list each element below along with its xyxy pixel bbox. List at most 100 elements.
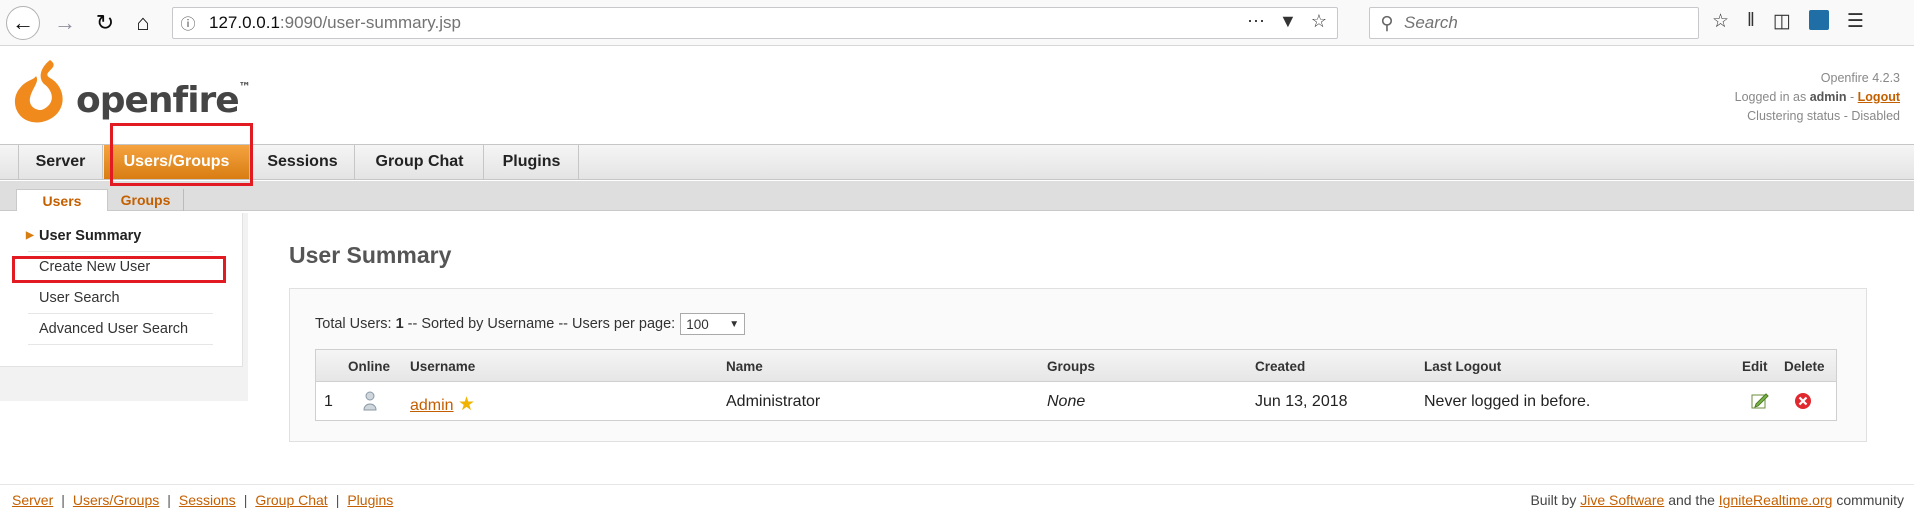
back-arrow-icon[interactable]: ← <box>6 6 40 40</box>
url-bar[interactable]: ⓘ 127.0.0.1:9090/user-summary.jsp ⋯ ▼ ☆ <box>172 7 1338 39</box>
footer-link-group-chat[interactable]: Group Chat <box>255 492 327 508</box>
footer-credit: Built by Jive Software and the IgniteRea… <box>1530 492 1904 508</box>
summary-line: Total Users: 1 -- Sorted by Username -- … <box>315 313 746 335</box>
tab-group-chat[interactable]: Group Chat <box>356 145 484 179</box>
bookmarks-icon[interactable]: ☆ <box>1712 10 1729 33</box>
logged-in-prefix: Logged in as <box>1734 90 1807 104</box>
library-icon[interactable]: ‖ <box>1747 10 1755 33</box>
user-summary-panel: Total Users: 1 -- Sorted by Username -- … <box>289 288 1867 442</box>
info-icon[interactable]: ⓘ <box>173 13 203 34</box>
tab-sessions[interactable]: Sessions <box>251 145 355 179</box>
extension-icon[interactable] <box>1808 10 1829 30</box>
current-user: admin <box>1809 90 1847 104</box>
logo-trademark: ™ <box>238 80 251 94</box>
row-index: 1 <box>324 393 333 410</box>
sidebar-item-user-summary[interactable]: ▶ User Summary <box>26 221 213 252</box>
col-groups: Groups <box>1047 359 1096 374</box>
highlight-box-create-new-user <box>12 256 226 283</box>
offline-user-icon <box>363 391 377 416</box>
reload-icon[interactable]: ↻ <box>88 6 122 40</box>
pocket-icon[interactable]: ▼ <box>1279 11 1297 32</box>
url-path: :9090/user-summary.jsp <box>279 13 461 32</box>
footer-link-plugins[interactable]: Plugins <box>347 492 393 508</box>
col-last-logout: Last Logout <box>1424 359 1502 374</box>
delete-icon[interactable] <box>1794 392 1812 415</box>
search-icon: ⚲ <box>1380 12 1394 33</box>
sidebar-item-label: User Summary <box>39 228 142 244</box>
footer-separator: | <box>335 492 340 508</box>
per-page-value: 100 <box>686 316 709 332</box>
edit-icon[interactable] <box>1751 392 1769 415</box>
community-text: community <box>1836 492 1904 508</box>
footer-separator: | <box>61 492 65 508</box>
footer-separator: | <box>243 492 248 508</box>
subtab-groups[interactable]: Groups <box>108 189 184 211</box>
footer: Server | Users/Groups | Sessions | Group Chat |… <box>0 484 1914 511</box>
arrow-right-icon: ▶ <box>26 230 34 241</box>
sidebar-item-user-search[interactable]: User Search <box>28 283 213 314</box>
subtab-users[interactable]: Users <box>16 189 108 211</box>
col-online: Online <box>348 359 391 374</box>
bookmark-star-icon[interactable]: ☆ <box>1311 11 1327 32</box>
sidebar-item-label: Advanced User Search <box>39 321 189 337</box>
col-name: Name <box>726 359 763 374</box>
sort-info: -- Sorted by Username -- Users per page: <box>407 316 676 332</box>
built-by-text: Built by <box>1530 492 1577 508</box>
and-the-text: and the <box>1668 492 1715 508</box>
toolbar-icons: ☆ ‖ ◫ ☰ <box>1712 10 1864 33</box>
sidebar-item-advanced-user-search[interactable]: Advanced User Search <box>28 314 213 345</box>
login-separator: - <box>1850 90 1855 104</box>
col-created: Created <box>1255 359 1306 374</box>
groups-value: None <box>1047 393 1086 410</box>
version-label: Openfire 4.2.3 <box>1820 71 1900 85</box>
footer-link-sessions[interactable]: Sessions <box>179 492 236 508</box>
groups-cell: None <box>1047 393 1085 411</box>
logo-wordmark: openfire <box>76 80 240 121</box>
highlight-box-users-groups <box>110 123 253 186</box>
more-actions-icon[interactable]: ⋯ <box>1247 11 1265 32</box>
dropdown-caret-icon: ▼ <box>729 318 740 330</box>
flame-logo-icon <box>14 60 63 123</box>
footer-links: Server | Users/Groups | Sessions | Group Chat |… <box>12 492 393 508</box>
footer-link-users-groups[interactable]: Users/Groups <box>73 492 159 508</box>
header-info: Openfire 4.2.3 Logged in as admin - Logo… <box>1735 69 1900 126</box>
page-title: User Summary <box>289 242 452 268</box>
home-icon[interactable]: ⌂ <box>126 6 160 40</box>
search-input[interactable]: ⚲ Search <box>1369 7 1699 39</box>
users-per-page-select[interactable]: 100 ▼ <box>680 313 746 335</box>
search-placeholder: Search <box>1404 13 1458 32</box>
created-cell: Jun 13, 2018 <box>1255 393 1348 410</box>
col-delete: Delete <box>1784 359 1825 374</box>
footer-link-server[interactable]: Server <box>12 492 53 508</box>
table-header: Online Username Name Groups Created Last… <box>316 350 1836 382</box>
name-cell: Administrator <box>726 393 821 410</box>
username-cell: admin ★ <box>410 393 475 416</box>
clustering-status: Clustering status - Disabled <box>1747 109 1900 123</box>
col-edit: Edit <box>1742 359 1768 374</box>
tab-plugins[interactable]: Plugins <box>485 145 579 179</box>
sidebar-toggle-icon[interactable]: ◫ <box>1773 10 1791 33</box>
menu-icon[interactable]: ☰ <box>1847 10 1864 33</box>
logout-link[interactable]: Logout <box>1858 90 1900 104</box>
col-username: Username <box>410 359 476 374</box>
username-link[interactable]: admin <box>410 397 454 414</box>
main-nav-tabs: Server Users/Groups Sessions Group Chat … <box>0 144 1914 180</box>
sub-nav-tabs: Users Groups <box>0 181 1914 211</box>
total-users-label: Total Users: <box>315 316 392 332</box>
last-logout-cell: Never logged in before. <box>1424 393 1591 410</box>
ignite-realtime-link[interactable]: IgniteRealtime.org <box>1719 492 1833 508</box>
sidebar-item-label: User Search <box>39 290 120 306</box>
jive-software-link[interactable]: Jive Software <box>1580 492 1664 508</box>
sidebar: ▶ User Summary Create New User User Sear… <box>0 213 248 401</box>
browser-toolbar: ← → ↻ ⌂ ⓘ 127.0.0.1:9090/user-summary.js… <box>0 0 1914 46</box>
tab-server[interactable]: Server <box>18 145 103 179</box>
logo-text: openfire™ <box>76 80 251 121</box>
sidebar-menu: ▶ User Summary Create New User User Sear… <box>0 213 243 367</box>
user-table: Online Username Name Groups Created Last… <box>315 349 1837 421</box>
openfire-logo[interactable]: openfire™ <box>10 58 251 128</box>
url-actions: ⋯ ▼ ☆ <box>1247 11 1327 32</box>
url-text[interactable]: 127.0.0.1:9090/user-summary.jsp <box>203 13 461 33</box>
forward-arrow-icon[interactable]: → <box>48 6 82 40</box>
admin-star-icon: ★ <box>458 394 476 415</box>
footer-separator: | <box>167 492 171 508</box>
